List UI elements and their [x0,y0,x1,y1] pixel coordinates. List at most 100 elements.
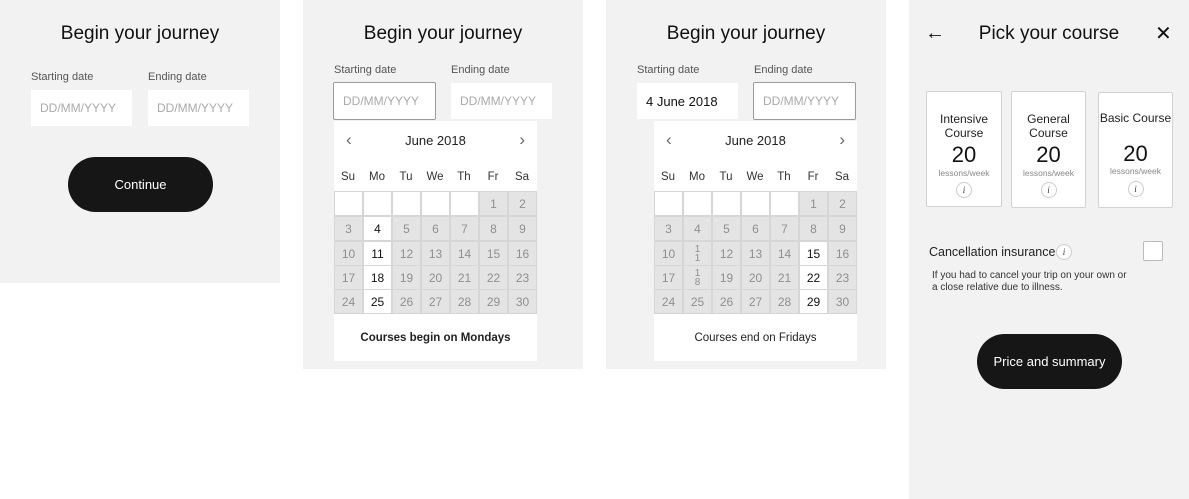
calendar-day-disabled: 2 [829,192,856,215]
info-icon[interactable]: i [1040,182,1057,198]
calendar-day-disabled: 19 [713,266,740,289]
weekday-label: Tu [399,171,413,183]
calendar-day-disabled: 24 [655,290,682,313]
calendar-day-disabled: 4 [684,217,711,240]
calendar-empty-cell [393,192,420,215]
calendar-day-disabled: 10 [335,242,362,265]
calendar-day-disabled: 17 [655,266,682,289]
calendar-day-disabled: 18 [684,266,711,289]
ending-date-label: Ending date [451,64,510,76]
calendar-grid: 1234567891011121314151617181920212223242… [334,191,537,314]
calendar-day-disabled: 23 [509,266,536,289]
weekday-label: Th [457,171,471,183]
calendar-day-disabled: 8 [480,217,507,240]
calendar-day-disabled: 26 [713,290,740,313]
calendar-day-available[interactable]: 22 [800,266,827,289]
calendar-day-disabled: 21 [451,266,478,289]
course-name: Intensive Course [939,112,989,140]
calendar-day-disabled: 27 [742,290,769,313]
calendar-day-disabled: 29 [480,290,507,313]
calendar-grid: 1234567891011121314151617181920212223242… [654,191,857,314]
calendar-day-disabled: 5 [713,217,740,240]
calendar-day-disabled: 6 [422,217,449,240]
calendar-day-disabled: 21 [771,266,798,289]
calendar-day-disabled: 3 [655,217,682,240]
starting-date-input[interactable]: 4 June 2018 [637,83,738,119]
calendar-day-available[interactable]: 29 [800,290,827,313]
calendar-day-disabled: 16 [829,242,856,265]
course-card-basic[interactable]: Basic Course 20 lessons/week i [1098,92,1173,208]
course-card-intensive[interactable]: Intensive Course 20 lessons/week i [926,91,1002,207]
calendar-header: ‹ June 2018 › [334,121,537,161]
calendar-day-available[interactable]: 15 [800,242,827,265]
calendar-day-available[interactable]: 4 [364,217,391,240]
calendar-note: Courses begin on Mondays [360,331,511,344]
starting-date-label: Starting date [31,71,94,83]
starting-date-label: Starting date [637,64,700,76]
calendar-empty-cell [364,192,391,215]
calendar-day-available[interactable]: 11 [364,242,391,265]
course-lessons: 20 [1036,142,1061,167]
info-icon[interactable]: i [1056,244,1072,260]
calendar-day-disabled: 16 [509,242,536,265]
continue-button[interactable]: Continue [68,157,213,212]
calendar-day-disabled: 23 [829,266,856,289]
calendar-day-disabled: 26 [393,290,420,313]
calendar-day-available[interactable]: 25 [364,290,391,313]
next-month-icon[interactable]: › [839,131,845,148]
calendar-day-disabled: 6 [742,217,769,240]
course-name: General Course [1027,112,1070,140]
course-lessons: 20 [1123,141,1148,166]
starting-date-input[interactable]: DD/MM/YYYY [31,90,132,126]
next-month-icon[interactable]: › [519,131,525,148]
calendar-day-disabled: 24 [335,290,362,313]
calendar-day-disabled: 8 [800,217,827,240]
calendar-day-disabled: 1 [480,192,507,215]
weekday-label: We [426,171,444,183]
ending-date-input[interactable]: DD/MM/YYYY [753,82,856,120]
calendar-empty-cell [713,192,740,215]
calendar-empty-cell [771,192,798,215]
calendar-empty-cell [684,192,711,215]
ending-date-input[interactable]: DD/MM/YYYY [451,83,552,119]
calendar-empty-cell [742,192,769,215]
weekday-label: Fr [807,171,819,183]
weekday-label: Sa [834,171,850,183]
info-icon[interactable]: i [956,182,972,198]
calendar-day-disabled: 13 [742,242,769,265]
calendar-day-available[interactable]: 18 [364,266,391,289]
calendar-month: June 2018 [405,133,466,148]
page-title: Pick your course [978,23,1120,44]
calendar-day-disabled: 10 [655,242,682,265]
close-icon[interactable]: ✕ [1155,24,1172,44]
page-title: Begin your journey [666,23,826,44]
calendar-day-disabled: 22 [480,266,507,289]
calendar-month: June 2018 [725,133,786,148]
weekday-label: Sa [514,171,530,183]
calendar-weekdays: Su Mo Tu We Th Fr Sa [334,161,537,191]
calendar-day-disabled: 30 [509,290,536,313]
page-title: Begin your journey [60,23,220,44]
info-icon[interactable]: i [1127,181,1144,197]
calendar-day-disabled: 5 [393,217,420,240]
calendar-day-disabled: 14 [451,242,478,265]
weekday-label: Su [660,171,676,183]
course-card-general[interactable]: General Course 20 lessons/week i [1011,91,1086,208]
cancellation-insurance-checkbox[interactable] [1143,241,1163,261]
ending-date-label: Ending date [754,64,813,76]
calendar-header: ‹ June 2018 › [654,121,857,161]
weekday-label: Th [777,171,791,183]
calendar-day-disabled: 9 [509,217,536,240]
weekday-label: Tu [719,171,733,183]
ending-date-label: Ending date [148,71,207,83]
ending-date-input[interactable]: DD/MM/YYYY [148,90,249,126]
calendar-day-disabled: 14 [771,242,798,265]
calendar-weekdays: Su Mo Tu We Th Fr Sa [654,161,857,191]
starting-date-input[interactable]: DD/MM/YYYY [333,82,436,120]
weekday-label: Mo [369,171,385,183]
calendar-day-disabled: 15 [480,242,507,265]
calendar-day-disabled: 20 [422,266,449,289]
course-name: Basic Course [1099,111,1172,125]
price-and-summary-button[interactable]: Price and summary [977,334,1122,389]
calendar-day-disabled: 28 [771,290,798,313]
